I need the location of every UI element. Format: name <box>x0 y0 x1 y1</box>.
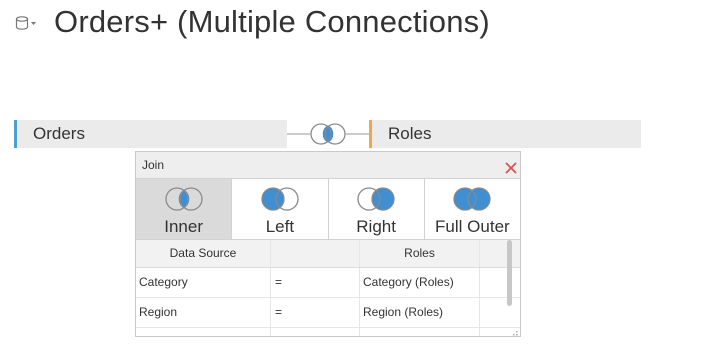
right-field[interactable]: Region (Roles) <box>360 298 480 327</box>
join-connector[interactable] <box>287 119 369 149</box>
join-type-left[interactable]: Left <box>232 179 329 239</box>
join-type-full-outer[interactable]: Full Outer <box>425 179 520 239</box>
join-dialog: Join Inner Left Right Full Outer Data So… <box>135 151 521 337</box>
left-table-label: Orders <box>33 124 85 143</box>
join-dialog-header: Join <box>136 152 520 179</box>
join-type-selector: Inner Left Right Full Outer <box>136 179 520 240</box>
full-outer-join-icon <box>453 187 492 211</box>
close-icon[interactable] <box>504 158 518 174</box>
empty-cell <box>271 328 360 336</box>
column-header-operator <box>271 240 360 267</box>
datasource-title[interactable]: Orders+ (Multiple Connections) <box>54 4 490 40</box>
right-table-label: Roles <box>388 124 432 143</box>
left-table[interactable]: Orders <box>14 120 287 148</box>
inner-join-icon <box>164 187 203 211</box>
join-clause-grid: Data Source Roles Category = Category (R… <box>136 240 520 336</box>
join-type-right[interactable]: Right <box>329 179 425 239</box>
join-dialog-title: Join <box>142 158 165 172</box>
join-clause-row[interactable]: Region = Region (Roles) <box>136 298 520 328</box>
join-type-inner[interactable]: Inner <box>136 179 233 239</box>
join-operator[interactable]: = <box>271 268 360 297</box>
left-field[interactable]: Region <box>136 298 271 327</box>
left-field[interactable]: Category <box>136 268 271 297</box>
join-type-label: Inner <box>164 217 203 236</box>
join-clause-row-add[interactable] <box>136 328 520 336</box>
vertical-scrollbar[interactable] <box>507 240 512 306</box>
right-join-icon <box>357 187 395 211</box>
join-operator[interactable]: = <box>271 298 360 327</box>
column-header-roles: Roles <box>360 240 480 267</box>
inner-join-icon <box>310 123 346 145</box>
join-type-label: Full Outer <box>435 217 510 236</box>
grid-header-row: Data Source Roles <box>136 240 520 268</box>
empty-cell <box>360 328 480 336</box>
database-icon[interactable] <box>15 14 39 34</box>
join-clause-row[interactable]: Category = Category (Roles) <box>136 268 520 298</box>
empty-cell <box>136 328 271 336</box>
join-type-label: Left <box>265 217 295 236</box>
join-type-label: Right <box>356 217 396 236</box>
right-field[interactable]: Category (Roles) <box>360 268 480 297</box>
column-header-data-source: Data Source <box>136 240 271 267</box>
right-table[interactable]: Roles <box>369 120 641 148</box>
left-join-icon <box>261 187 299 211</box>
resize-grip-icon[interactable] <box>510 326 518 336</box>
